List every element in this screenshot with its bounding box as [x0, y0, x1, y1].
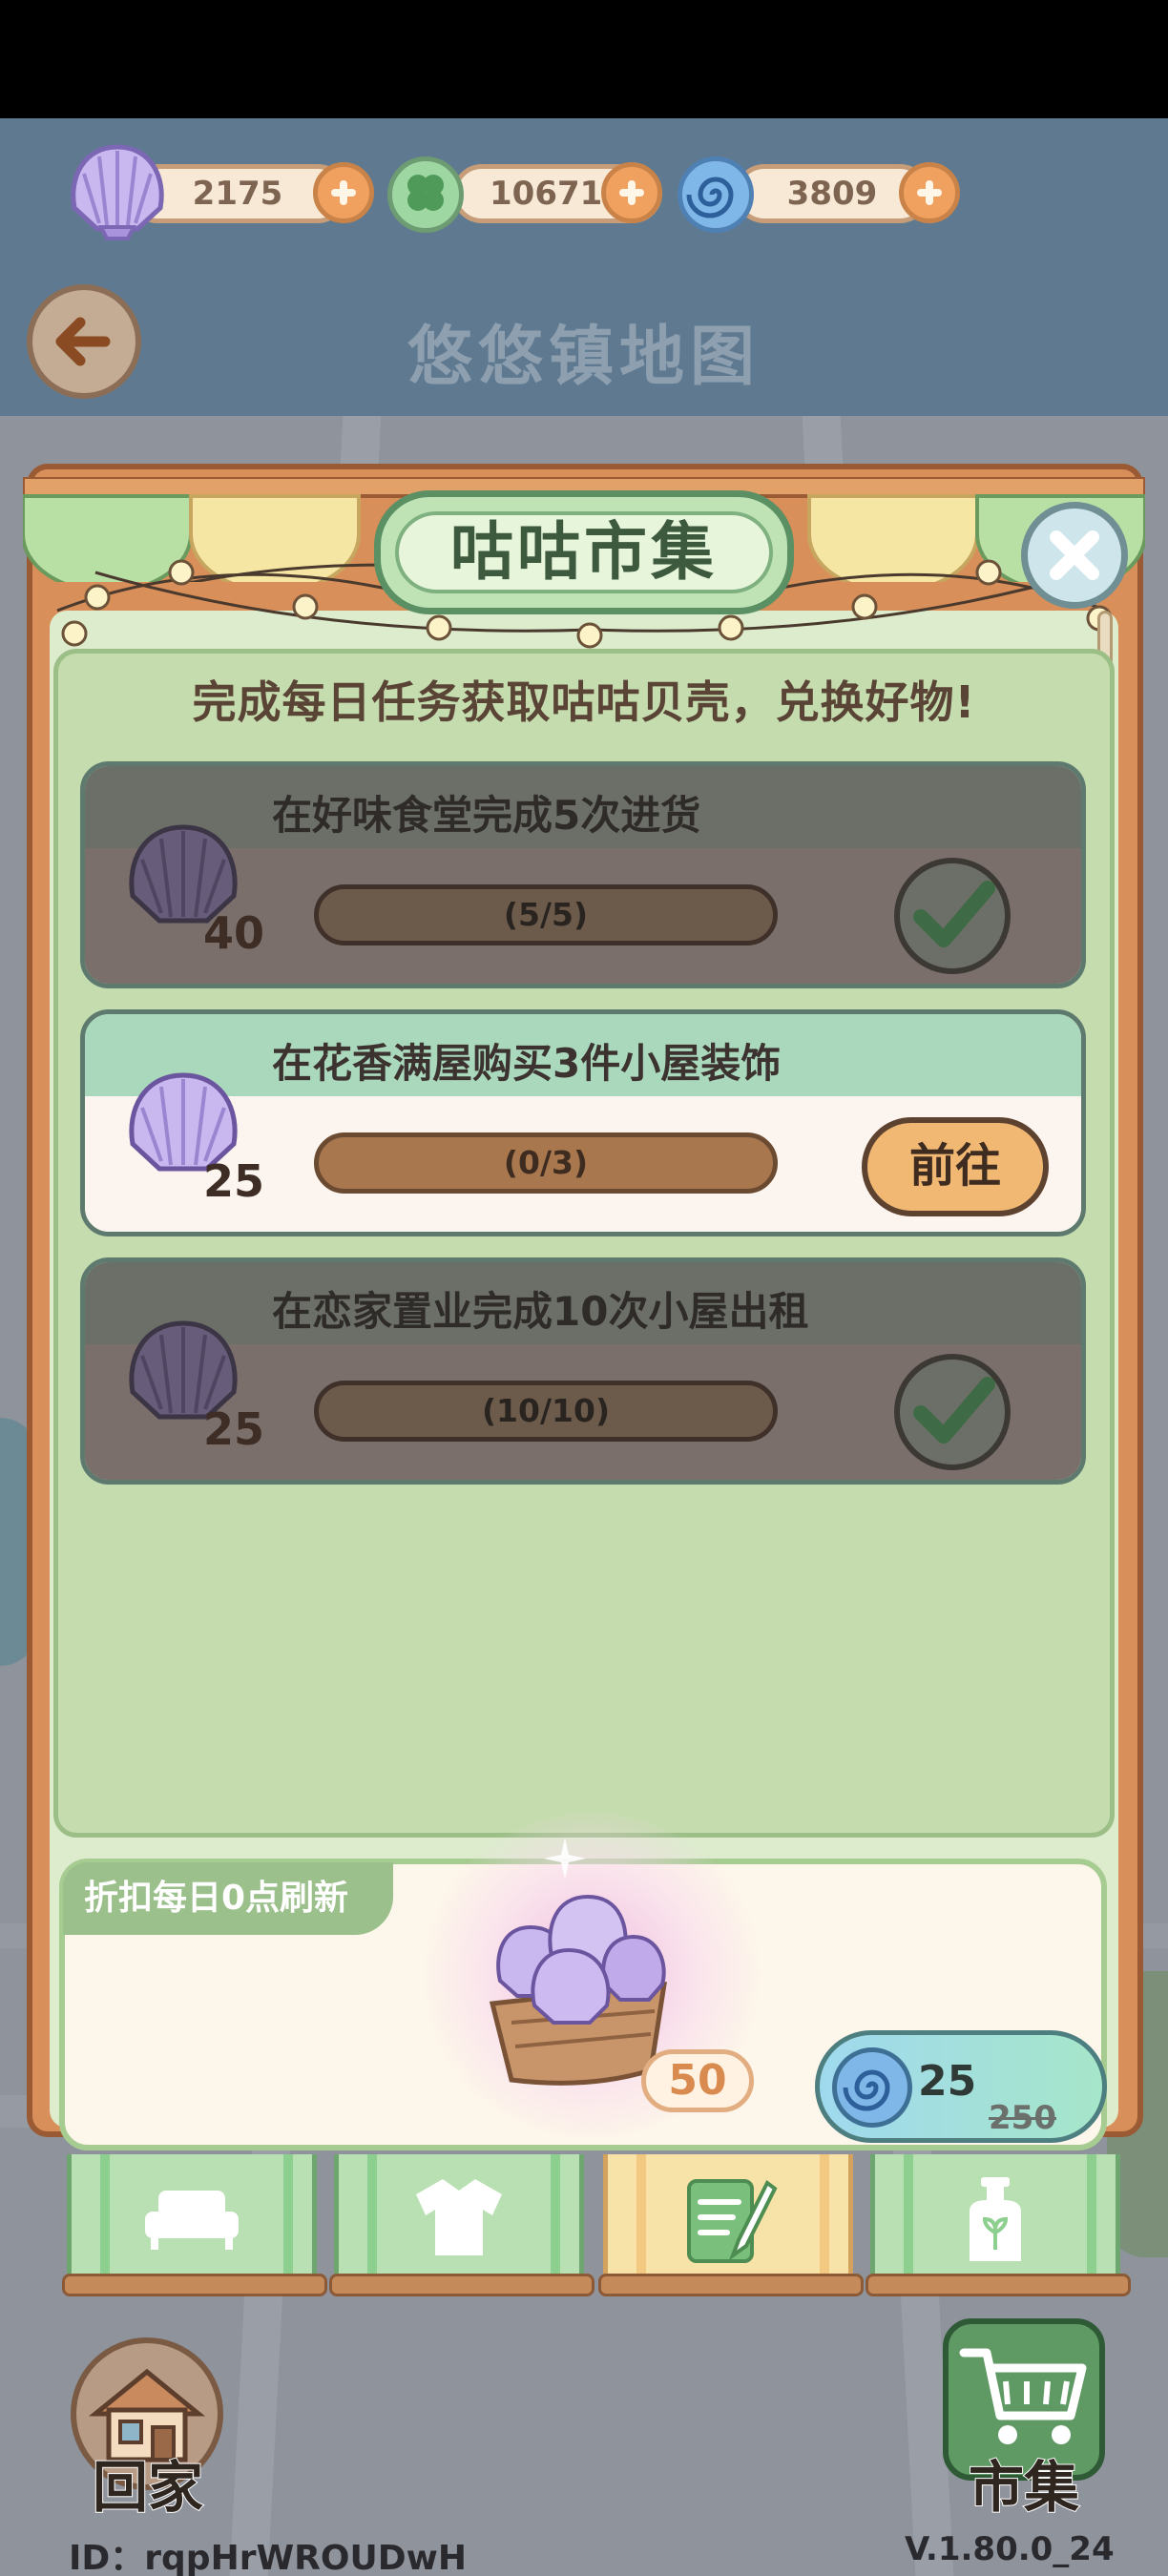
clover-icon [387, 156, 464, 233]
progress-bar: (10/10) [314, 1381, 778, 1442]
task-description: 在花香满屋购买3件小屋装饰 [272, 1040, 782, 1087]
home-label: 回家 [92, 2454, 204, 2521]
reward-amount: 25 [203, 1155, 265, 1207]
tab-gardening[interactable] [866, 2154, 1131, 2296]
progress-bar: (5/5) [314, 884, 778, 945]
close-icon [1050, 530, 1099, 580]
swirl-currency-value: 3809 [786, 175, 878, 213]
panel-subtitle: 完成每日任务获取咕咕贝壳，兑换好物! [192, 676, 976, 728]
checkmark-icon [894, 858, 1011, 974]
progress-text: (5/5) [503, 896, 589, 933]
reward-amount: 25 [203, 1403, 265, 1455]
panel-title: 咕咕市集 [450, 515, 718, 589]
bottle-icon [970, 2177, 1021, 2261]
task-card: 在花香满屋购买3件小屋装饰 25 (0/3) 前往 [80, 1009, 1086, 1236]
reward-amount: 40 [203, 907, 265, 959]
swirl-icon [678, 156, 754, 233]
task-description: 在恋家置业完成10次小屋出租 [272, 1288, 809, 1335]
progress-text: (10/10) [481, 1392, 611, 1429]
player-id: ID：rqpHrWROUDwH [69, 2539, 467, 2576]
sparkle-icon [544, 1838, 586, 1880]
map-title: 悠悠镇地图 [407, 320, 761, 395]
add-shell-button[interactable] [313, 162, 374, 223]
task-card: 在好味食堂完成5次进货 40 (5/5) [80, 761, 1086, 988]
quantity-badge: 50 [641, 2049, 754, 2112]
notebook-pen-icon [687, 2179, 778, 2263]
task-card: 在恋家置业完成10次小屋出租 25 (10/10) [80, 1257, 1086, 1485]
goto-button[interactable]: 前往 [862, 1117, 1049, 1216]
progress-text: (0/3) [503, 1144, 589, 1181]
discount-tag-text: 折扣每日0点刷新 [84, 1879, 349, 1918]
status-bar [0, 0, 1168, 118]
add-swirl-button[interactable] [899, 162, 960, 223]
discount-price: 25 [918, 2057, 977, 2106]
shell-icon [71, 144, 164, 240]
sofa-icon [145, 2191, 239, 2250]
close-button[interactable] [1021, 502, 1128, 609]
tab-market-tasks[interactable] [598, 2154, 864, 2296]
progress-bar: (0/3) [314, 1132, 778, 1194]
tab-clothing[interactable] [329, 2154, 594, 2296]
back-button[interactable] [27, 284, 141, 399]
market-label: 市集 [968, 2454, 1080, 2521]
add-clover-button[interactable] [601, 162, 662, 223]
back-arrow-icon [55, 317, 111, 366]
tab-furniture[interactable] [62, 2154, 327, 2296]
checkmark-icon [894, 1354, 1011, 1470]
original-price: 250 [989, 2099, 1056, 2137]
shirt-icon [416, 2179, 502, 2255]
version-label: V.1.80.0_24 [905, 2530, 1115, 2568]
swirl-icon [832, 2047, 912, 2128]
task-description: 在好味食堂完成5次进货 [272, 792, 701, 839]
